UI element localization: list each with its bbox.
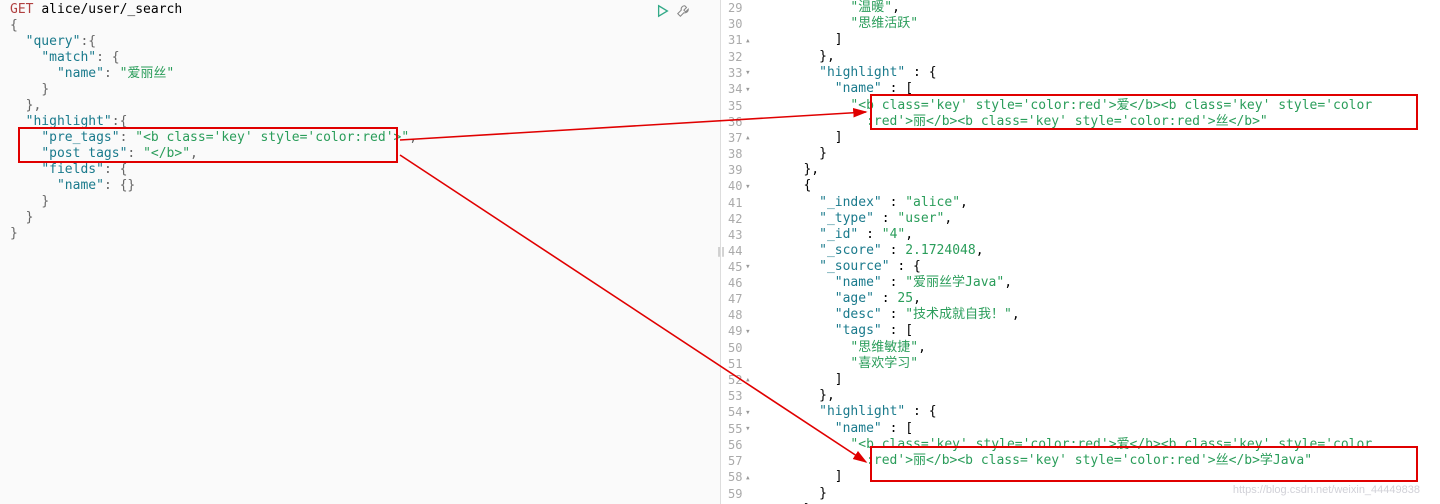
response-line: 33▾ "highlight" : {	[721, 65, 1440, 82]
response-line: 42 "_type" : "user",	[721, 211, 1440, 227]
request-pane[interactable]: GET alice/user/_search { "query":{ "matc…	[0, 0, 721, 504]
response-line: 49▾ "tags" : [	[721, 323, 1440, 340]
response-line: 56 "<b class='key' style='color:red'>爱</…	[721, 437, 1440, 453]
response-line: 50 "思维敏捷",	[721, 340, 1440, 356]
response-line: 31▴ ]	[721, 32, 1440, 49]
http-method: GET	[10, 2, 33, 17]
response-line: 57 :red'>丽</b><b class='key' style='colo…	[721, 453, 1440, 469]
response-line: 39 },	[721, 162, 1440, 178]
response-line: 55▾ "name" : [	[721, 421, 1440, 438]
response-line: 30 "思维活跃"	[721, 16, 1440, 32]
response-pane[interactable]: 29 "温暖",30 "思维活跃"31▴ ]32 },33▾ "highligh…	[721, 0, 1440, 504]
watermark: https://blog.csdn.net/weixin_44449838	[1233, 484, 1420, 496]
response-line: 37▴ ]	[721, 130, 1440, 147]
response-line: 48 "desc" : "技术成就自我！",	[721, 307, 1440, 323]
request-editor[interactable]: GET alice/user/_search { "query":{ "matc…	[0, 0, 720, 244]
response-line: 35 "<b class='key' style='color:red'>爱</…	[721, 98, 1440, 114]
response-line: 52▴ ]	[721, 372, 1440, 389]
response-line: 51 "喜欢学习"	[721, 356, 1440, 372]
response-line: 53 },	[721, 388, 1440, 404]
splitter-handle[interactable]: ||	[716, 247, 724, 258]
response-line: 36 :red'>丽</b><b class='key' style='colo…	[721, 114, 1440, 130]
response-line: 54▾ "highlight" : {	[721, 404, 1440, 421]
action-icons	[656, 4, 690, 22]
response-line: 38 }	[721, 146, 1440, 162]
response-line: 34▾ "name" : [	[721, 81, 1440, 98]
response-line: 44 "_score" : 2.1724048,	[721, 243, 1440, 259]
response-line: 32 },	[721, 49, 1440, 65]
response-line: 29 "温暖",	[721, 0, 1440, 16]
response-editor[interactable]: 29 "温暖",30 "思维活跃"31▴ ]32 },33▾ "highligh…	[721, 0, 1440, 504]
response-line: 46 "name" : "爱丽丝学Java",	[721, 275, 1440, 291]
response-line: 47 "age" : 25,	[721, 291, 1440, 307]
response-line: 41 "_index" : "alice",	[721, 195, 1440, 211]
response-line: 45▾ "_source" : {	[721, 259, 1440, 276]
run-icon[interactable]	[656, 4, 670, 22]
request-path: alice/user/_search	[41, 2, 182, 17]
response-line: 43 "_id" : "4",	[721, 227, 1440, 243]
wrench-icon[interactable]	[676, 4, 690, 22]
response-line: 40▾ {	[721, 178, 1440, 195]
